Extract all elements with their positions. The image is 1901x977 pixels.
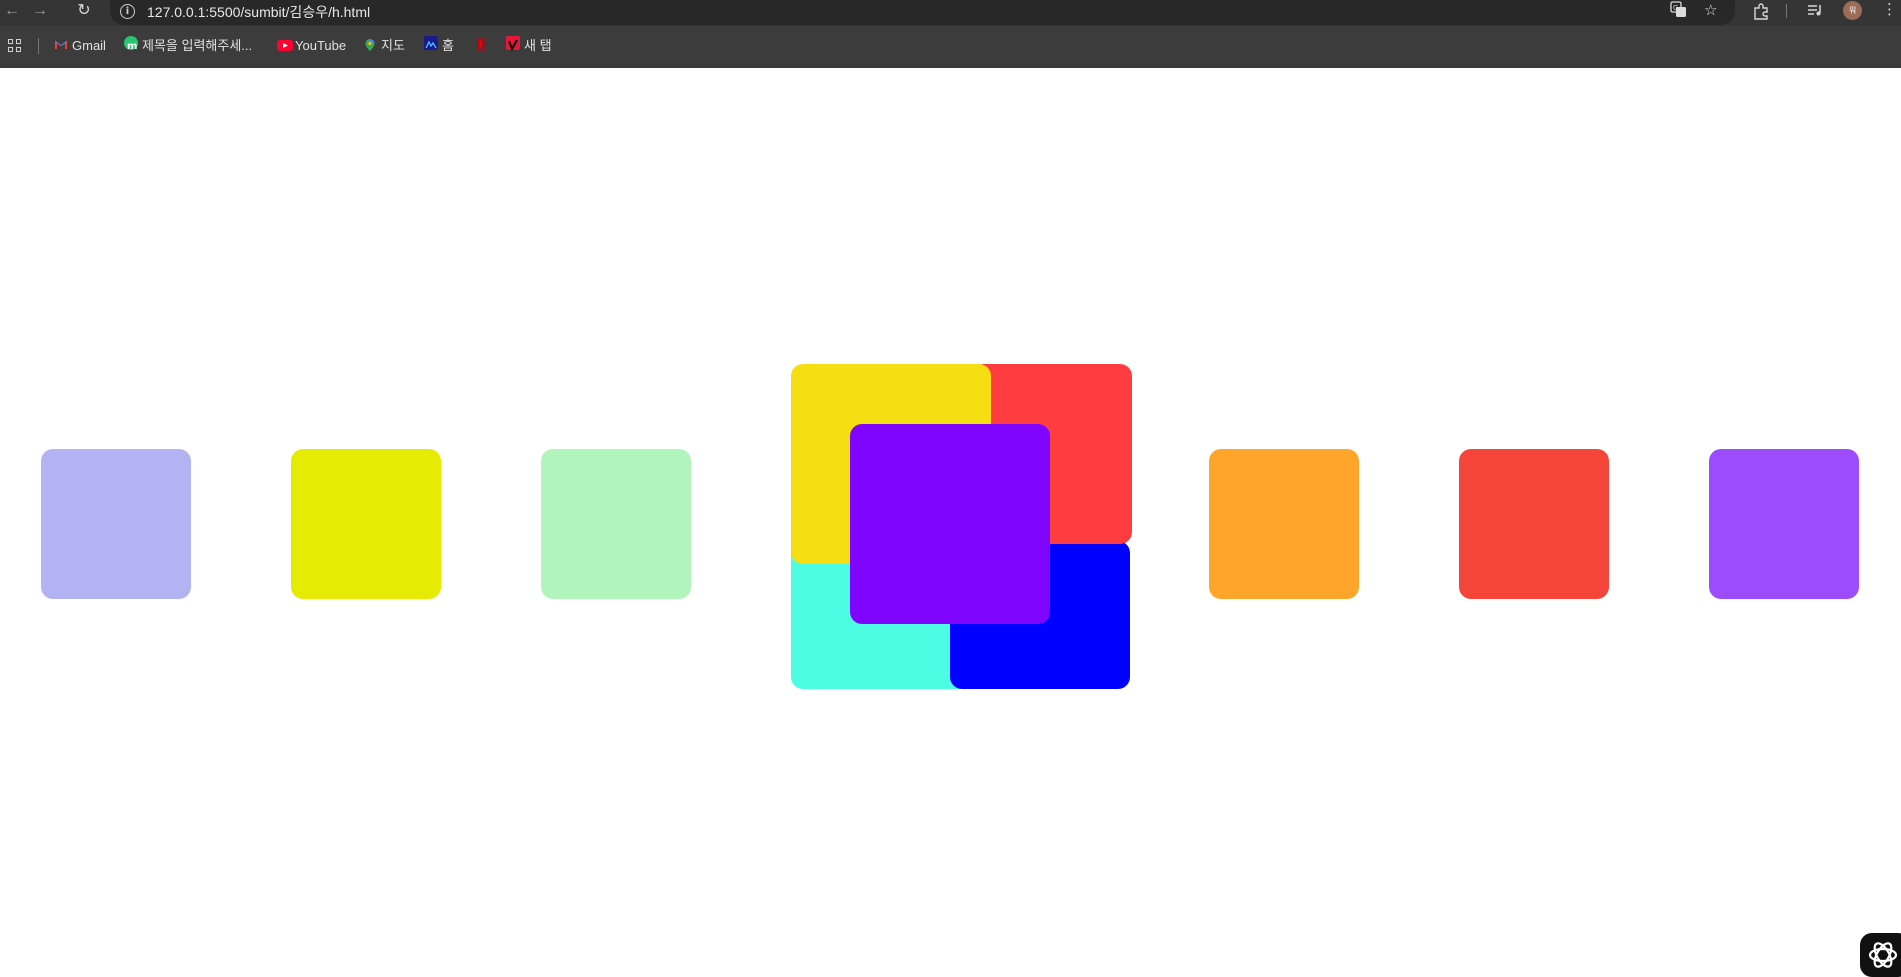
bookmark-label: Gmail [72, 38, 106, 53]
browser-chrome: ← → ↻ i 127.0.0.1:5500/sumbit/김승우/h.html… [0, 0, 1901, 68]
youtube-icon [277, 36, 293, 51]
m-site-icon: m [124, 36, 138, 52]
maps-pin-icon [363, 36, 377, 51]
bookmark-m-site[interactable]: m 제목을 입력해주세... [124, 34, 252, 58]
lavender-square [41, 449, 191, 599]
netflix-icon [475, 36, 489, 51]
bookmark-gmail[interactable]: Gmail [54, 34, 106, 58]
puzzle-icon[interactable] [1752, 2, 1770, 26]
center-purple-square [850, 424, 1050, 624]
page-content [0, 68, 1901, 977]
bookmark-label: 제목을 입력해주세... [142, 38, 253, 53]
star-icon[interactable]: ☆ [1704, 1, 1717, 19]
media-queue-icon[interactable] [1806, 2, 1824, 24]
gmail-icon [54, 36, 68, 50]
profile-avatar[interactable]: 워 [1843, 1, 1862, 20]
svg-text:m: m [127, 41, 137, 52]
mint-square [541, 449, 691, 599]
home-site-icon [424, 36, 438, 50]
bookmark-label: YouTube [295, 38, 347, 53]
bookmark-netflix[interactable] [475, 34, 493, 58]
translate-icon[interactable]: G [1670, 1, 1687, 22]
kebab-menu-icon[interactable]: ⋮ [1882, 0, 1897, 20]
bookmark-new-tab-site[interactable]: 새 탭 [506, 34, 552, 58]
apps-grid-icon[interactable] [8, 39, 23, 54]
forward-button[interactable]: → [28, 0, 52, 22]
bookmark-youtube[interactable]: YouTube [277, 34, 346, 58]
url-text[interactable]: 127.0.0.1:5500/sumbit/김승우/h.html [147, 2, 370, 22]
red-square [1459, 449, 1609, 599]
bookmark-home-site[interactable]: 홈 [424, 34, 454, 58]
bookmark-label: 홈 [442, 38, 454, 53]
bookmark-label: 지도 [381, 38, 405, 53]
bookmarks-separator [38, 38, 39, 54]
violet-square [1709, 449, 1859, 599]
reload-button[interactable]: ↻ [72, 0, 96, 22]
toolbar: ← → ↻ i 127.0.0.1:5500/sumbit/김승우/h.html… [0, 0, 1901, 26]
bookmark-label: 새 탭 [524, 38, 552, 53]
floating-assistant-button[interactable] [1860, 933, 1901, 977]
address-bar[interactable]: i 127.0.0.1:5500/sumbit/김승우/h.html G ☆ [110, 0, 1735, 25]
bookmark-maps[interactable]: 지도 [363, 34, 405, 58]
new-tab-site-icon [506, 36, 520, 52]
site-info-icon[interactable]: i [120, 4, 135, 19]
yellow-square [291, 449, 441, 599]
back-button[interactable]: ← [0, 0, 24, 22]
orange-square [1209, 449, 1359, 599]
bookmarks-bar: Gmail m 제목을 입력해주세... YouTube 지도 홈 새 탭 [0, 34, 1901, 58]
svg-text:G: G [1673, 4, 1678, 12]
toolbar-divider [1786, 4, 1787, 18]
